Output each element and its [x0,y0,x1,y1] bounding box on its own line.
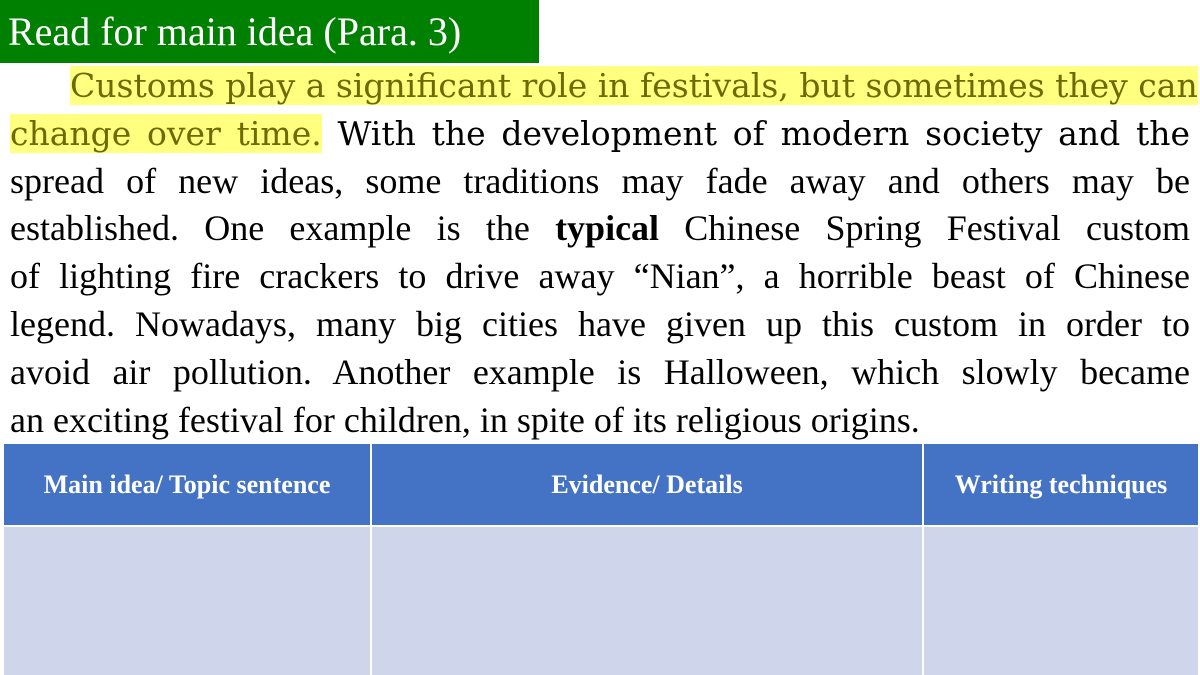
paragraph-text: established. One example is the [10,208,556,249]
header-writing-techniques: Writing techniques [922,442,1200,527]
header-evidence: Evidence/ Details [370,442,924,527]
paragraph-line-1: Customs play a significant role in festi… [10,62,1198,110]
highlighted-topic-sentence-part-2: change over time. [10,113,322,153]
paragraph-text: Chinese Spring Festival custom [659,208,1190,249]
paragraph-line-8: an exciting festival for children, in sp… [10,399,920,440]
cell-writing-techniques[interactable] [922,525,1200,675]
paragraph-text: With the development of modern society a… [321,113,1190,153]
paragraph-line-2: change over time. With the development o… [10,110,1190,158]
table-row [2,525,1200,675]
cell-evidence[interactable] [370,525,924,675]
paragraph-line-6: legend. Nowadays, many big cities have g… [10,303,1190,344]
paragraph-line-4: established. One example is the typical … [10,205,1190,253]
paragraph-line-7: avoid air pollution. Another example is … [10,351,1190,392]
header-main-idea: Main idea/ Topic sentence [2,442,372,527]
bold-keyword: typical [555,208,660,249]
reading-paragraph: Customs play a significant role in festi… [10,62,1198,444]
highlighted-topic-sentence-part-1: Customs play a significant role in festi… [70,66,1198,105]
analysis-table: Main idea/ Topic sentence Evidence/ Deta… [2,442,1200,675]
paragraph-line-3: spread of new ideas, some traditions may… [10,160,1190,201]
table-header-row: Main idea/ Topic sentence Evidence/ Deta… [2,442,1200,527]
paragraph-line-5: of lighting fire crackers to drive away … [10,256,1190,297]
cell-main-idea[interactable] [2,525,372,675]
slide-title: Read for main idea (Para. 3) [0,0,539,63]
